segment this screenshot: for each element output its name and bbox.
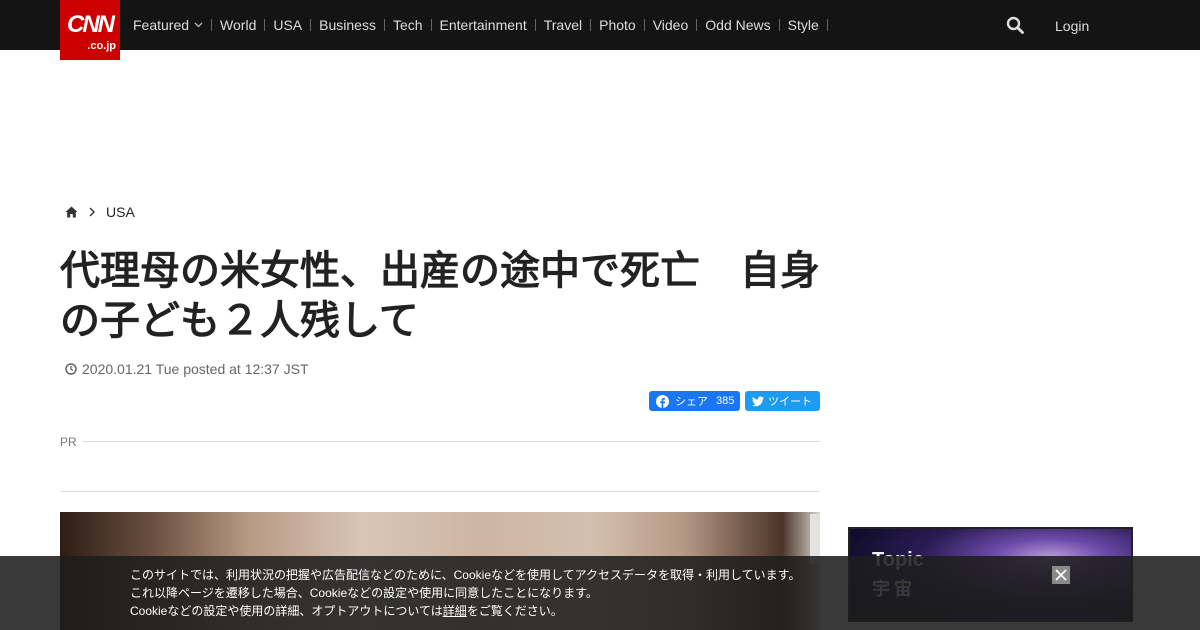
pr-divider bbox=[83, 441, 820, 442]
cookie-details-link[interactable]: 詳細 bbox=[443, 604, 467, 618]
twitter-share-label: ツイート bbox=[768, 396, 812, 408]
nav-item-tech[interactable]: Tech bbox=[393, 0, 423, 50]
top-navigation-bar: CNN .co.jp Featured World USA Business T… bbox=[0, 0, 1200, 60]
posted-date: 2020.01.21 Tue posted at 12:37 JST bbox=[65, 361, 309, 377]
article-title: 代理母の米女性、出産の途中で死亡 自身の子ども２人残して bbox=[60, 249, 820, 343]
close-icon[interactable] bbox=[1052, 566, 1070, 584]
nav-divider bbox=[310, 19, 312, 31]
chevron-right-icon bbox=[89, 207, 95, 217]
cookie-line-2: これ以降ページを遷移した場合、Cookieなどの設定や使用に同意したことになりま… bbox=[130, 586, 598, 600]
cookie-line-3-pre: Cookieなどの設定や使用の詳細、オプトアウトについては bbox=[130, 604, 443, 618]
nav-divider bbox=[696, 19, 698, 31]
pr-label: PR bbox=[60, 435, 77, 449]
breadcrumb-section[interactable]: USA bbox=[106, 204, 135, 220]
nav-label: Featured bbox=[133, 17, 190, 33]
cookie-text: このサイトでは、利用状況の把握や広告配信などのために、Cookieなどを使用して… bbox=[130, 566, 830, 620]
nav-label: Video bbox=[652, 17, 689, 33]
cookie-line-3: Cookieなどの設定や使用の詳細、オプトアウトについては詳細をご覧ください。 bbox=[130, 602, 830, 620]
nav-item-featured[interactable]: Featured bbox=[133, 0, 203, 50]
facebook-share-label: シェア bbox=[675, 396, 708, 408]
logo-domain: .co.jp bbox=[87, 40, 116, 52]
logo-text: CNN bbox=[67, 11, 115, 38]
nav-label: Odd News bbox=[705, 17, 771, 33]
twitter-share-button[interactable]: ツイート bbox=[745, 391, 820, 411]
login-link[interactable]: Login bbox=[1055, 18, 1089, 34]
nav-item-video[interactable]: Video bbox=[653, 0, 689, 50]
facebook-share-count: 385 bbox=[716, 395, 735, 407]
nav-label: Style bbox=[787, 17, 819, 33]
nav-divider bbox=[383, 19, 385, 31]
nav-label: Travel bbox=[543, 17, 583, 33]
facebook-share-button[interactable]: シェア 385 bbox=[649, 391, 740, 411]
nav-divider bbox=[534, 19, 536, 31]
clock-icon bbox=[65, 363, 77, 375]
nav-label: Business bbox=[319, 17, 376, 33]
chevron-down-icon bbox=[194, 22, 203, 28]
nav-item-entertainment[interactable]: Entertainment bbox=[440, 0, 527, 50]
nav-item-business[interactable]: Business bbox=[319, 0, 376, 50]
cookie-line-3-post: をご覧ください。 bbox=[466, 604, 563, 618]
nav-divider bbox=[826, 19, 828, 31]
facebook-icon bbox=[656, 394, 669, 408]
nav-label: Tech bbox=[392, 17, 423, 33]
home-icon[interactable] bbox=[65, 206, 78, 218]
pr-bottom-divider bbox=[60, 491, 820, 492]
nav-divider bbox=[778, 19, 780, 31]
breadcrumb: USA bbox=[65, 204, 135, 220]
nav-item-world[interactable]: World bbox=[220, 0, 256, 50]
main-nav: Featured World USA Business Tech Enterta… bbox=[133, 0, 836, 50]
cookie-line-1: このサイトでは、利用状況の把握や広告配信などのために、Cookieなどを使用して… bbox=[130, 568, 801, 582]
nav-item-travel[interactable]: Travel bbox=[544, 0, 582, 50]
nav-divider bbox=[590, 19, 592, 31]
cookie-consent-bar: このサイトでは、利用状況の把握や広告配信などのために、Cookieなどを使用して… bbox=[0, 556, 1200, 630]
nav-item-usa[interactable]: USA bbox=[273, 0, 302, 50]
cnn-logo[interactable]: CNN .co.jp bbox=[60, 0, 120, 60]
nav-divider bbox=[643, 19, 645, 31]
nav-divider bbox=[264, 19, 266, 31]
nav-divider bbox=[211, 19, 213, 31]
nav-item-style[interactable]: Style bbox=[788, 0, 819, 50]
nav-item-photo[interactable]: Photo bbox=[599, 0, 636, 50]
nav-label: Entertainment bbox=[439, 17, 527, 33]
posted-text: 2020.01.21 Tue posted at 12:37 JST bbox=[82, 361, 309, 377]
nav-label: World bbox=[220, 17, 257, 33]
nav-label: Photo bbox=[599, 17, 636, 33]
search-icon[interactable] bbox=[1006, 16, 1024, 34]
nav-label: USA bbox=[273, 17, 303, 33]
twitter-icon bbox=[752, 396, 764, 406]
nav-item-odd-news[interactable]: Odd News bbox=[705, 0, 770, 50]
nav-divider bbox=[430, 19, 432, 31]
